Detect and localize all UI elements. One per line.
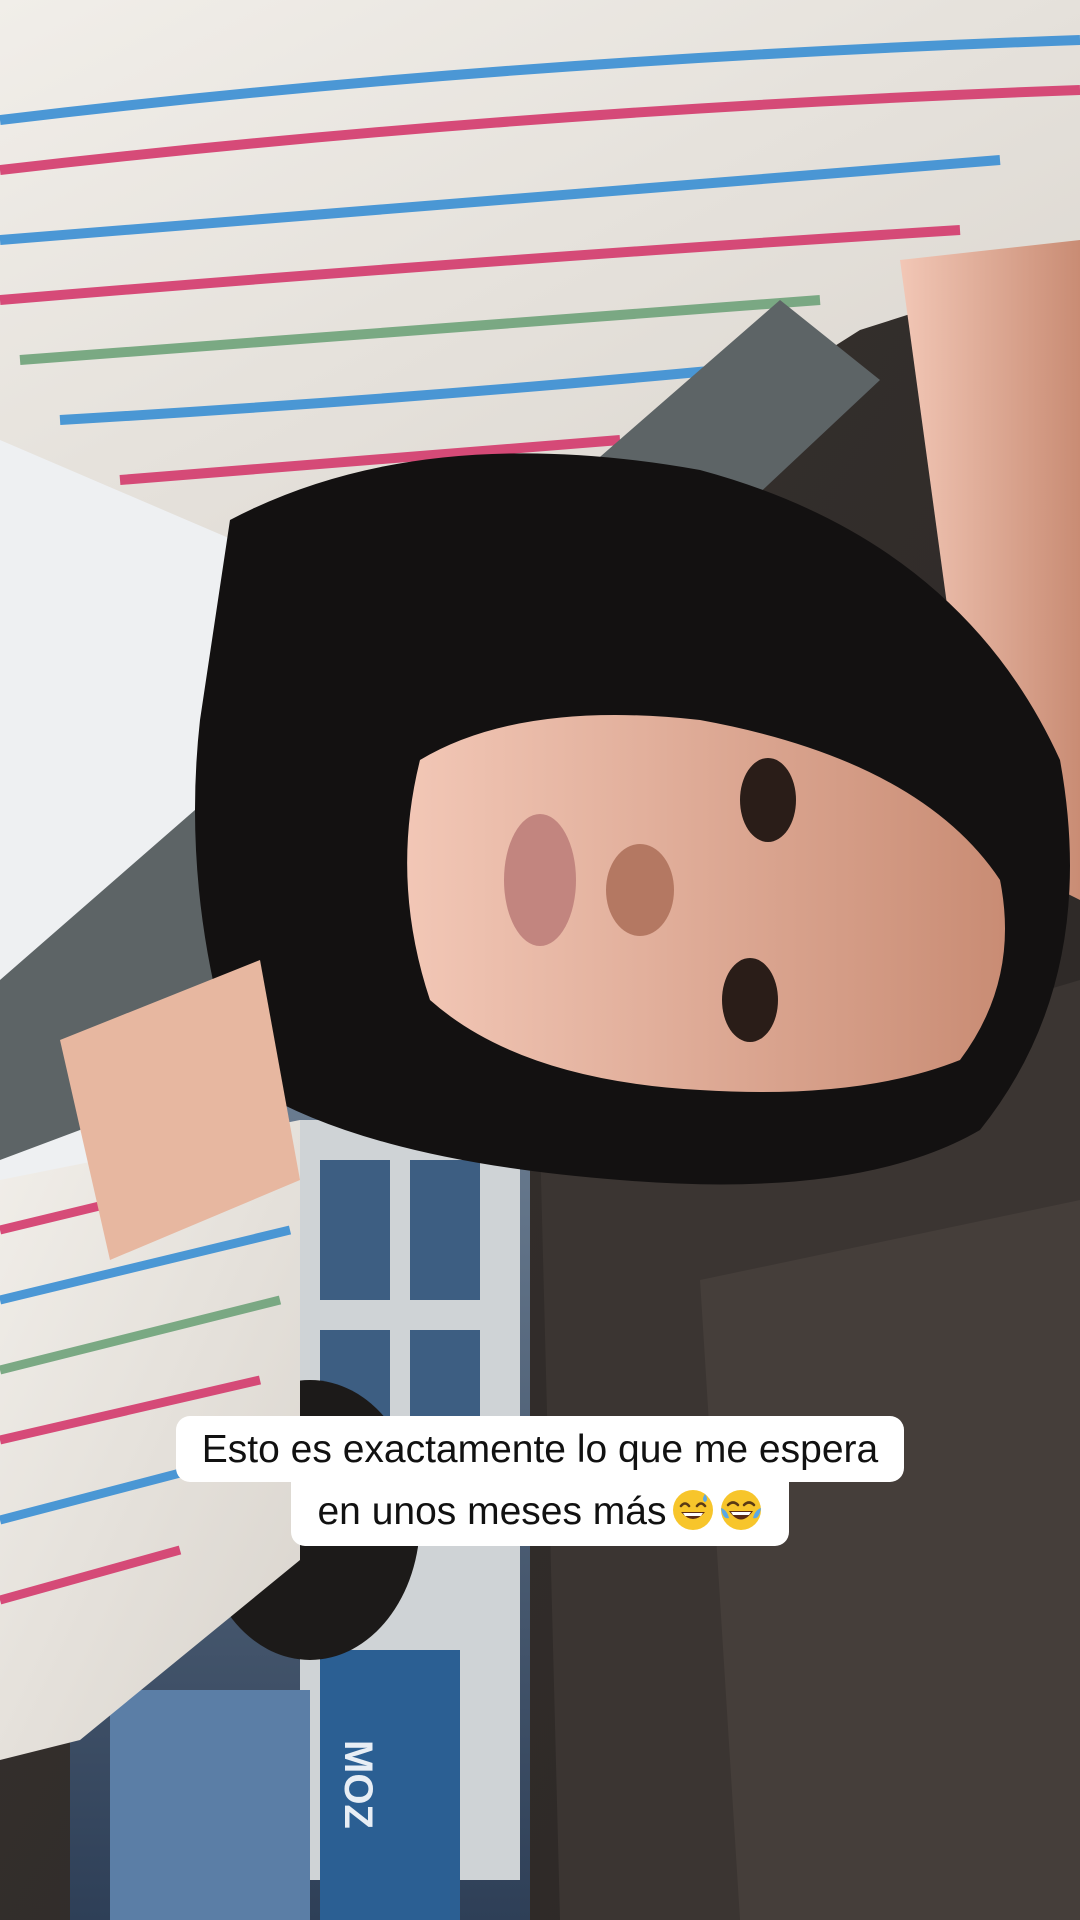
caption-line-2: en unos meses más (291, 1480, 789, 1546)
background-sign-text: MOZ (336, 1740, 380, 1829)
caption-line-1: Esto es exactamente lo que me espera (175, 1416, 905, 1482)
grinning-face-with-sweat-icon (672, 1490, 713, 1530)
video-frame[interactable]: MOZ Esto es exactamente lo que me espera… (0, 0, 1080, 1920)
caption-line-2-text: en unos meses más (317, 1490, 667, 1533)
face-with-tears-of-joy-icon (720, 1490, 761, 1530)
video-background: MOZ (0, 0, 1080, 1920)
caption-overlay: Esto es exactamente lo que me espera en … (0, 1416, 1080, 1546)
